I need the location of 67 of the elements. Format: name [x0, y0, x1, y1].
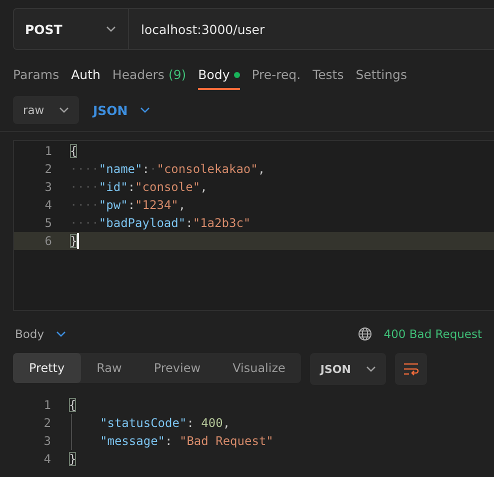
whitespace-marker: ····: [70, 198, 99, 212]
line-number: 5: [44, 216, 52, 230]
code-string: "consolekakao": [156, 162, 258, 176]
line-number: 2: [42, 416, 51, 430]
code-editor[interactable]: 1 { 2 ····"name":·"consolekakao", 3 ····"id":"console", 4 ····"pw":"1234", 5 ····"badPayload":"1a2b3c" 6 }: [13, 140, 494, 311]
line-number: 2: [44, 162, 52, 176]
request-tab[interactable]: Headers (9): [112, 64, 186, 90]
format-dropdown[interactable]: JSON: [310, 353, 386, 385]
request-tab[interactable]: Body: [198, 64, 240, 90]
code-number: 400: [201, 416, 223, 430]
status-text: 400 Bad Request: [384, 327, 482, 341]
code-key: "id": [98, 180, 128, 194]
code-key: "message": [100, 434, 166, 448]
text-cursor: [77, 233, 80, 249]
line-number: 4: [42, 452, 51, 466]
chevron-down-icon: [59, 107, 69, 113]
wrap-lines-button[interactable]: [395, 353, 428, 385]
code-punctuation: ,: [200, 180, 208, 194]
code-punctuation: :: [186, 216, 193, 230]
code-key: "statusCode": [100, 416, 187, 430]
whitespace-marker: ····: [70, 180, 99, 194]
code-string: "1a2b3c": [192, 216, 251, 230]
request-tab[interactable]: Auth: [71, 64, 100, 90]
request-tab[interactable]: Pre-req.: [252, 64, 301, 90]
code-key: "name": [98, 162, 142, 176]
line-number: 3: [44, 180, 52, 194]
line-number: 6: [44, 234, 52, 248]
code-brace: }: [70, 234, 78, 248]
view-mode-tab[interactable]: Raw: [80, 353, 138, 383]
code-punctuation: :: [165, 434, 174, 448]
line-number: 1: [42, 398, 51, 412]
code-string: "1234": [135, 198, 178, 212]
line-number: 4: [44, 198, 52, 212]
code-key: "badPayload": [98, 216, 186, 230]
code-brace: }: [69, 452, 76, 466]
line-number: 1: [44, 144, 52, 158]
chevron-down-icon: [106, 26, 116, 32]
code-string: "Bad Request": [179, 434, 274, 448]
code-punctuation: ,: [222, 416, 230, 430]
code-punctuation: :: [128, 198, 136, 212]
response-body-dropdown[interactable]: Body: [15, 327, 66, 341]
code-brace: {: [69, 398, 76, 412]
chevron-down-icon: [366, 366, 376, 372]
code-string: "console": [135, 180, 200, 194]
code-brace: {: [70, 144, 78, 158]
wrap-lines-icon: [403, 362, 420, 376]
code-key: "pw": [98, 198, 128, 212]
chevron-down-icon: [56, 331, 66, 337]
request-tab[interactable]: Tests: [312, 64, 344, 90]
language-dropdown[interactable]: JSON: [89, 102, 154, 118]
code-punctuation: ,: [258, 162, 266, 176]
whitespace-marker: ····: [70, 216, 99, 230]
code-punctuation: ,: [178, 198, 186, 212]
body-mode-dropdown[interactable]: raw: [13, 96, 79, 124]
request-tab[interactable]: Settings: [356, 64, 408, 90]
view-mode-tab[interactable]: Visualize: [216, 353, 302, 383]
code-punctuation: :: [142, 162, 150, 176]
code-punctuation: :: [128, 180, 136, 194]
request-tab[interactable]: Params: [13, 64, 60, 90]
line-number: 3: [42, 434, 51, 448]
globe-icon: [358, 327, 372, 341]
view-mode-tab[interactable]: Pretty: [13, 353, 81, 383]
whitespace-marker: ·: [150, 162, 157, 176]
code-punctuation: :: [186, 416, 195, 430]
whitespace-marker: ····: [70, 162, 99, 176]
view-mode-tab[interactable]: Preview: [138, 353, 217, 383]
chevron-down-icon: [140, 107, 150, 113]
